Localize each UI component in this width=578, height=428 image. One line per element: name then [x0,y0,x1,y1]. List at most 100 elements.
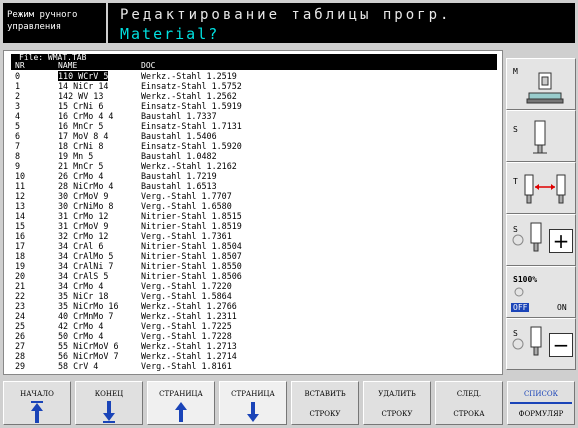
cell-doc: Werkz.-Stahl 1.2766 [141,301,237,311]
cell-nr: 21 [15,281,26,291]
cell-doc: Werkz.-Stahl 1.2562 [141,91,237,101]
cell-nr: 3 [15,101,21,111]
cell-nr: 11 [15,181,26,191]
cell-nr: 16 [15,231,26,241]
column-header-name: NAME [58,61,78,70]
cell-nr: 29 [15,361,26,371]
table-row[interactable]: 15 31 CrMoV 9 Nitrier-Stahl 1.8519 [11,221,497,231]
cell-nr: 10 [15,171,26,181]
side-spindle[interactable]: S [506,110,576,162]
arrow-down-last-icon [103,401,115,423]
cell-name: 142 WV 13 [58,91,104,101]
plus-icon: + [549,229,573,253]
table-row[interactable]: 2 142 WV 13 Werkz.-Stahl 1.2562 [11,91,497,101]
cell-doc: Werkz.-Stahl 1.2519 [141,71,237,81]
table-row[interactable]: 13 30 CrNiMo 8 Verg.-Stahl 1.6580 [11,201,497,211]
cell-nr: 12 [15,191,26,201]
table-row[interactable]: 27 55 NiCrMoV 6 Werkz.-Stahl 1.2713 [11,341,497,351]
cell-name: 31 CrMo 12 [58,211,109,221]
table-row[interactable]: 19 34 CrAlNi 7 Nitrier-Stahl 1.8550 [11,261,497,271]
table-row[interactable]: 1 14 NiCr 14 Einsatz-Stahl 1.5752 [11,81,497,91]
table-row[interactable]: 22 35 NiCr 18 Verg.-Stahl 1.5864 [11,291,497,301]
cell-nr: 24 [15,311,26,321]
side-m-function[interactable]: M [506,58,576,110]
softkey-page-down[interactable]: СТРАНИЦА [219,381,287,425]
dialog-prompt: Material? [120,25,220,43]
tool-change-icon [524,174,566,204]
table-row[interactable]: 18 34 CrAlMo 5 Nitrier-Stahl 1.8507 [11,251,497,261]
cell-name: 18 CrNi 8 [58,141,104,151]
cell-name: 56 NiCrMoV 7 [58,351,119,361]
cell-nr: 28 [15,351,26,361]
side-tool-change[interactable]: T [506,162,576,214]
table-row[interactable]: 10 26 CrMo 4 Baustahl 1.7219 [11,171,497,181]
cell-doc: Verg.-Stahl 1.7220 [141,281,232,291]
cell-name: 26 CrMo 4 [58,171,104,181]
table-row[interactable]: 24 40 CrMnMo 7 Werkz.-Stahl 1.2311 [11,311,497,321]
table-row[interactable]: 4 16 CrMo 4 4 Baustahl 1.7337 [11,111,497,121]
side-spindle-minus[interactable]: S − [506,318,576,370]
softkey-next-line[interactable]: СЛЕД. СТРОКА [435,381,503,425]
column-header-doc: DOC [141,61,156,70]
softkey-page-up[interactable]: СТРАНИЦА [147,381,215,425]
table-row[interactable]: 21 34 CrMo 4 Verg.-Stahl 1.7220 [11,281,497,291]
table-row[interactable]: 23 35 NiCrMo 16 Werkz.-Stahl 1.2766 [11,301,497,311]
table-row[interactable]: 28 56 NiCrMoV 7 Werkz.-Stahl 1.2714 [11,351,497,361]
rotate-icon [514,287,524,297]
cell-name: 34 CrAl 6 [58,241,104,251]
cell-doc: Baustahl 1.6513 [141,181,217,191]
table-editor[interactable]: File: WMAT.TAB NR NAME DOC 0 110 WCrV 5 We… [3,50,503,375]
table-row[interactable]: 12 30 CrMoV 9 Verg.-Stahl 1.7707 [11,191,497,201]
cell-doc: Nitrier-Stahl 1.8515 [141,211,242,221]
cell-doc: Verg.-Stahl 1.5864 [141,291,232,301]
softkey-insert-line[interactable]: ВСТАВИТЬ СТРОКУ [291,381,359,425]
cell-nr: 22 [15,291,26,301]
t-label: T [513,177,518,186]
table-row[interactable]: 8 19 Mn 5 Baustahl 1.0482 [11,151,497,161]
softkey-end[interactable]: КОНЕЦ [75,381,143,425]
table-row[interactable]: 6 17 MoV 8 4 Baustahl 1.5406 [11,131,497,141]
cell-name: 34 CrAlMo 5 [58,251,114,261]
table-row[interactable]: 11 28 NiCrMo 4 Baustahl 1.6513 [11,181,497,191]
table-row[interactable]: 20 34 CrAlS 5 Nitrier-Stahl 1.8506 [11,271,497,281]
cell-doc: Baustahl 1.7337 [141,111,217,121]
cell-doc: Verg.-Stahl 1.7225 [141,321,232,331]
cell-doc: Einsatz-Stahl 1.5752 [141,81,242,91]
cell-doc: Werkz.-Stahl 1.2311 [141,311,237,321]
cell-doc: Baustahl 1.5406 [141,131,217,141]
feed-override-label: S100% [513,275,538,284]
table-row[interactable]: 3 15 CrNi 6 Einsatz-Stahl 1.5919 [11,101,497,111]
side-spindle-plus[interactable]: S + [506,214,576,266]
table-row[interactable]: 9 21 MnCr 5 Werkz.-Stahl 1.2162 [11,161,497,171]
softkey-label: ВСТАВИТЬ [304,390,346,398]
table-row[interactable]: 7 18 CrNi 8 Einsatz-Stahl 1.5920 [11,141,497,151]
table-row[interactable]: 17 34 CrAl 6 Nitrier-Stahl 1.8504 [11,241,497,251]
cell-doc: Nitrier-Stahl 1.8506 [141,271,242,281]
table-row[interactable]: 25 42 CrMo 4 Verg.-Stahl 1.7225 [11,321,497,331]
cell-doc: Verg.-Stahl 1.6580 [141,201,232,211]
cell-name: 40 CrMnMo 7 [58,311,114,321]
table-row[interactable]: 5 16 MnCr 5 Einsatz-Stahl 1.7131 [11,121,497,131]
off-label: OFF [511,303,530,312]
arrow-up-icon [175,402,187,422]
softkey-delete-line[interactable]: УДАЛИТЬ СТРОКУ [363,381,431,425]
program-mode-header: Редактирование таблицы прогр. Material? [108,3,575,43]
cell-name: 15 CrNi 6 [58,101,104,111]
table-row[interactable]: 14 31 CrMo 12 Nitrier-Stahl 1.8515 [11,211,497,221]
s-label: S [513,125,518,134]
cell-name: 34 CrAlS 5 [58,271,109,281]
table-body: 0 110 WCrV 5 Werkz.-Stahl 1.2519 1 14 NiCr 1… [11,71,497,371]
cell-name: 28 NiCrMo 4 [58,181,114,191]
cell-name: 55 NiCrMoV 6 [58,341,119,351]
softkey-begin[interactable]: НАЧАЛО [3,381,71,425]
cell-nr: 1 [15,81,21,91]
side-panel: M S T S + S100% OFF ON S − [506,50,576,375]
softkey-list-form[interactable]: СПИСОК ФОРМУЛЯР [507,381,575,425]
cell-name: 32 CrMo 12 [58,231,109,241]
rotate-icon [512,338,524,350]
side-override-toggle[interactable]: S100% OFF ON [506,266,576,318]
table-row[interactable]: 16 32 CrMo 12 Verg.-Stahl 1.7361 [11,231,497,241]
table-row[interactable]: 0 110 WCrV 5 Werkz.-Stahl 1.2519 [11,71,497,81]
table-row[interactable]: 26 50 CrMo 4 Verg.-Stahl 1.7228 [11,331,497,341]
table-row[interactable]: 29 58 CrV 4 Verg.-Stahl 1.8161 [11,361,497,371]
